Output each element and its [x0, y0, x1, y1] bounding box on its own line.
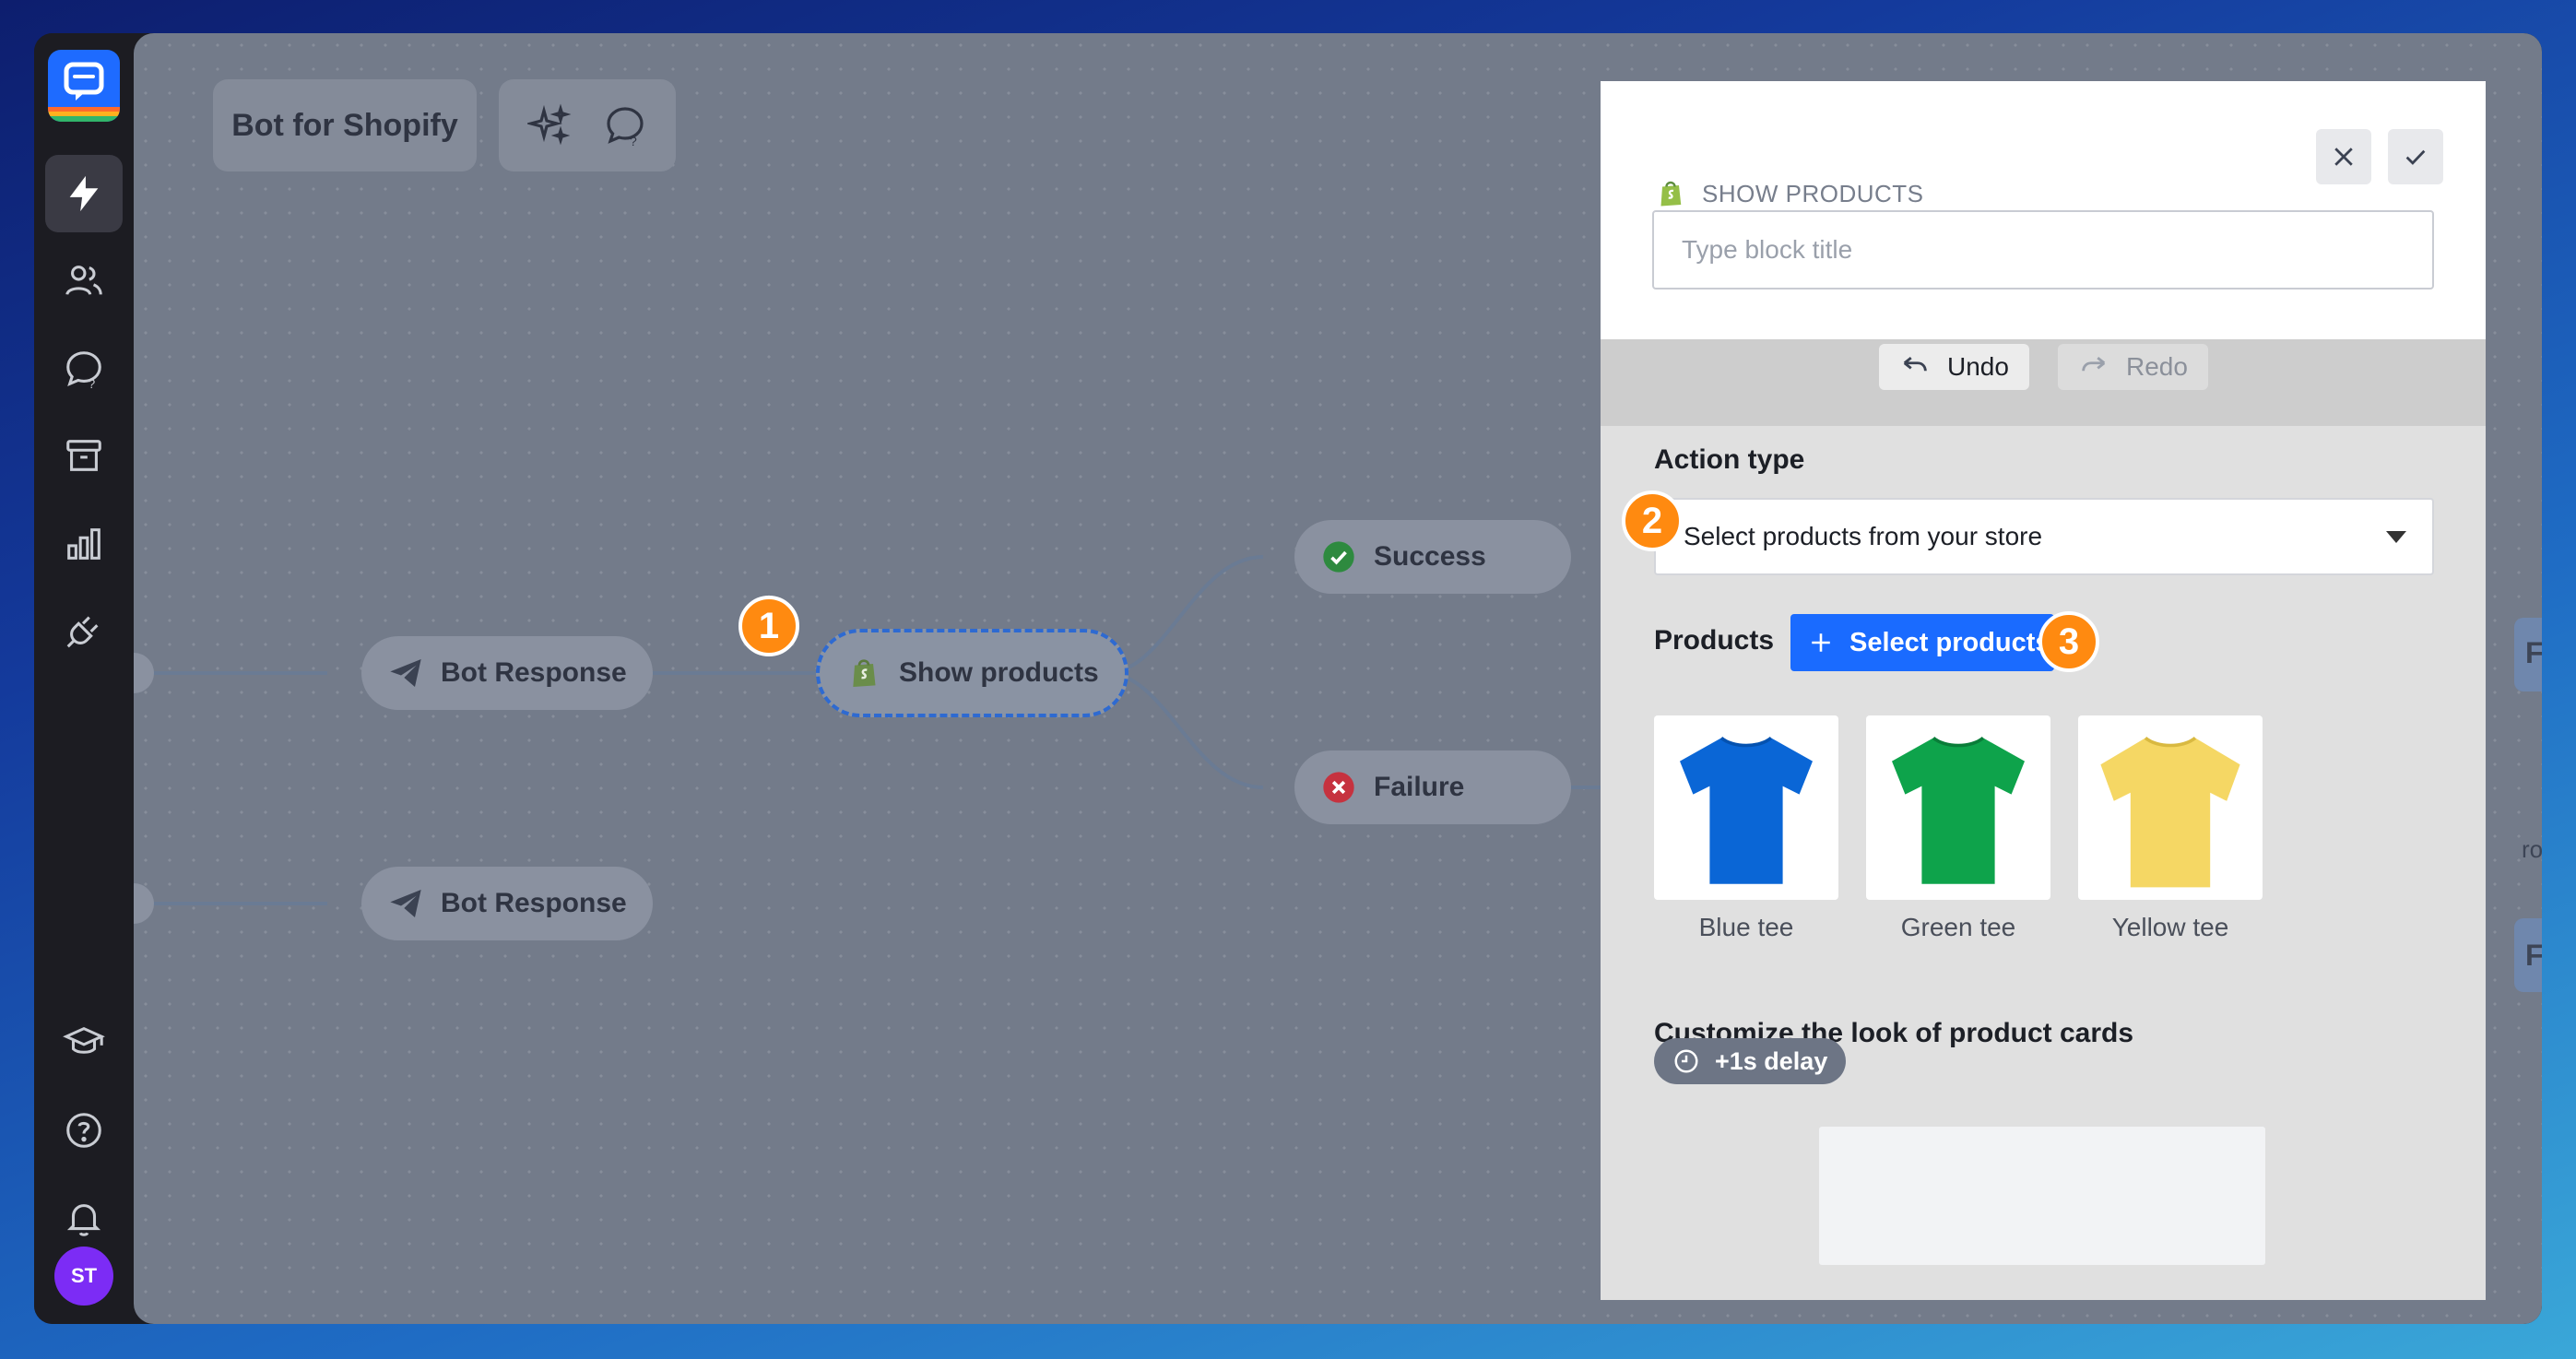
block-title-input[interactable] — [1652, 210, 2434, 290]
plug-icon — [66, 616, 99, 648]
shopify-icon — [853, 659, 876, 687]
undo-icon — [1903, 356, 1927, 372]
node-bot-response-2[interactable]: Bot Response — [361, 867, 653, 940]
check-icon — [2405, 149, 2426, 165]
product-name: Blue tee — [1698, 913, 1794, 941]
help-icon — [66, 1113, 101, 1148]
chat-question-icon: ? — [66, 351, 101, 390]
sidebar-item-integrations[interactable] — [45, 592, 123, 669]
sidebar-item-customers[interactable] — [45, 242, 123, 319]
tshirt-blue-image — [1680, 736, 1813, 884]
product-name: Green tee — [1900, 913, 2016, 941]
archive-icon — [66, 440, 101, 471]
bell-icon — [66, 1204, 101, 1236]
sidebar-item-academy[interactable] — [45, 1003, 123, 1081]
delay-chip[interactable]: +1s delay — [1654, 1038, 1847, 1084]
action-type-value: Select products from your store — [1684, 522, 2043, 550]
tshirt-yellow-image — [2100, 736, 2240, 888]
confirm-button[interactable] — [2388, 129, 2443, 184]
product-image — [1866, 715, 2050, 900]
node-show-products[interactable]: Show products — [816, 629, 1128, 717]
x-circle-icon — [1323, 772, 1354, 803]
step-badge-1: 1 — [739, 596, 799, 656]
tshirt-green-image — [1892, 736, 2025, 884]
undo-button[interactable]: Undo — [1879, 344, 2029, 390]
sidebar-item-chats[interactable]: ? — [45, 330, 123, 408]
product-name: Yellow tee — [2111, 913, 2229, 941]
canvas-tools: ? — [499, 79, 676, 171]
redo-icon — [2082, 356, 2106, 372]
sidebar-item-reports[interactable] — [45, 505, 123, 583]
app-logo[interactable] — [48, 50, 120, 122]
sidebar: ? ST — [34, 33, 134, 1324]
bot-title-chip[interactable]: Bot for Shopify — [213, 79, 477, 171]
node-bot-response-1[interactable]: Bot Response — [361, 636, 653, 710]
sparkles-icon[interactable] — [527, 103, 572, 148]
clock-icon — [1674, 1049, 1698, 1073]
chat-question-icon[interactable]: ? — [603, 103, 647, 148]
svg-text:?: ? — [89, 377, 95, 390]
step-badge-3: 3 — [2038, 611, 2099, 672]
product-card-blue-tee[interactable]: Blue tee — [1654, 715, 1838, 942]
product-card-yellow-tee[interactable]: Yellow tee — [2078, 715, 2263, 942]
offscreen-node-letter: F — [2525, 636, 2542, 669]
action-type-select[interactable]: Select products from your store — [1654, 498, 2434, 575]
step-badge-2: 2 — [1622, 490, 1683, 551]
undo-redo-bar — [1601, 339, 2486, 426]
lightning-icon — [69, 175, 99, 212]
send-icon — [390, 890, 421, 917]
chat-logo-icon — [48, 62, 120, 122]
shopify-icon — [1660, 181, 1682, 207]
panel-header: SHOW PRODUCTS — [1601, 81, 2486, 339]
product-card-green-tee[interactable]: Green tee — [1866, 715, 2050, 942]
edge-label-fragment: rodu — [2522, 835, 2542, 863]
node-failure[interactable]: Failure — [1294, 750, 1571, 824]
bot-title: Bot for Shopify — [231, 107, 458, 143]
node-success[interactable]: Success — [1294, 520, 1571, 594]
avatar[interactable]: ST — [54, 1247, 113, 1306]
bar-chart-icon — [67, 528, 100, 560]
chevron-down-icon — [2386, 531, 2406, 543]
plus-icon — [1812, 633, 1830, 652]
products-label: Products — [1654, 625, 1775, 656]
close-icon — [2334, 148, 2353, 166]
panel-title: SHOW PRODUCTS — [1654, 177, 1924, 210]
select-products-button[interactable]: Select products — [1790, 614, 2054, 671]
users-icon — [65, 266, 102, 295]
product-card-preview — [1819, 1127, 2265, 1265]
graduation-cap-icon — [63, 1026, 105, 1054]
close-button[interactable] — [2316, 129, 2371, 184]
check-circle-icon — [1323, 541, 1354, 573]
sidebar-item-automation[interactable] — [45, 155, 123, 232]
sidebar-item-archives[interactable] — [45, 417, 123, 494]
product-image — [2078, 715, 2263, 900]
redo-button[interactable]: Redo — [2058, 344, 2208, 390]
app-window: ? ST Bot for Shopify ? Bot Response Bot … — [34, 33, 2542, 1324]
product-image — [1654, 715, 1838, 900]
send-icon — [390, 659, 421, 687]
offscreen-node-letter: F — [2525, 939, 2542, 972]
action-type-label: Action type — [1654, 444, 1805, 475]
sidebar-item-help[interactable] — [45, 1092, 123, 1169]
svg-text:?: ? — [630, 134, 637, 148]
block-editor-panel: SHOW PRODUCTS — [1601, 81, 2486, 1300]
